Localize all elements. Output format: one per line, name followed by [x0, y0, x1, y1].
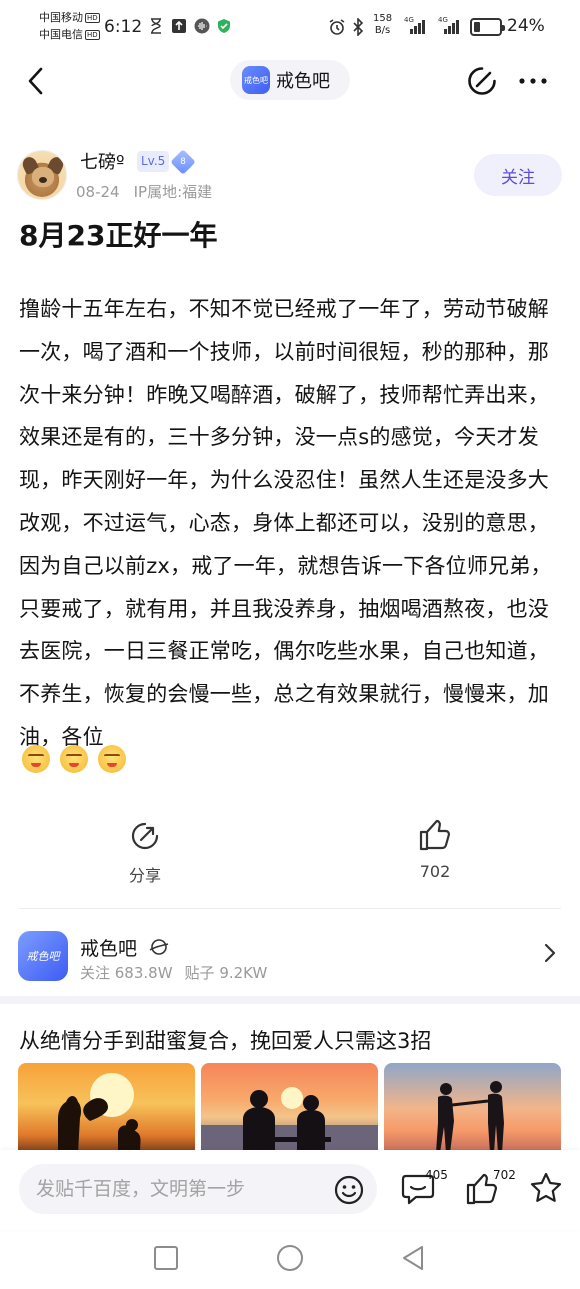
annoyed-face-icon: [60, 745, 88, 773]
carrier-secondary: 中国电信 HD: [39, 28, 100, 41]
comment-count: 405: [425, 1168, 448, 1182]
top-nav: 戒色吧 戒色吧: [0, 58, 580, 104]
back-icon: [28, 67, 43, 95]
alarm-icon: [328, 18, 346, 41]
author-avatar[interactable]: [17, 150, 67, 200]
post-title: 8月23正好一年: [19, 219, 218, 252]
battery-fill: [474, 22, 480, 32]
emoji-row: [22, 745, 126, 773]
shield-check-icon: [216, 18, 232, 39]
battery-percent: 24%: [507, 16, 545, 36]
forum-pill[interactable]: 戒色吧 戒色吧: [230, 60, 350, 100]
more-icon: [519, 78, 547, 84]
status-bar: 中国移动 HD 中国电信 HD 6:12 158 B/s 4G 4G 24%: [0, 0, 580, 56]
reply-input[interactable]: 发贴千百度，文明第一步: [19, 1164, 377, 1214]
net-speed: 158 B/s: [373, 13, 393, 36]
share-label: 分享: [128, 866, 161, 885]
forum-logo-small: 戒色吧: [242, 66, 270, 94]
recommendation-image-2[interactable]: [201, 1063, 378, 1153]
post-body: 撸龄十五年左右，不知不觉已经戒了一年了，劳动节破解一次，喝了酒和一个技师，以前时…: [19, 297, 552, 749]
like-bar-count: 702: [493, 1168, 516, 1182]
post-date: 08-24: [76, 183, 120, 201]
nav-back-icon[interactable]: [400, 1244, 426, 1272]
planet-icon: [149, 939, 169, 955]
signal-icon-secondary: 4G: [438, 16, 460, 36]
edit-icon: [468, 67, 496, 95]
section-divider: [0, 996, 580, 1004]
reply-bar: 发贴千百度，文明第一步 405 702: [0, 1150, 580, 1230]
smiley-icon: [334, 1175, 364, 1205]
like-button[interactable]: 702: [405, 818, 465, 888]
chevron-right-icon[interactable]: [540, 942, 560, 964]
thumbs-up-icon: [419, 819, 450, 851]
share-icon: [131, 822, 159, 850]
carrier-primary: 中国移动 HD: [39, 11, 100, 24]
forum-posts: 贴子 9.2KW: [184, 964, 268, 982]
forum-pill-name: 戒色吧: [276, 71, 330, 92]
system-nav-bar: [0, 1232, 580, 1289]
recommendation-title[interactable]: 从绝情分手到甜蜜复合，挽回爱人只需这3招: [19, 1025, 431, 1055]
ip-location: IP属地:福建: [133, 183, 213, 201]
post-meta: 08-24 IP属地:福建: [76, 181, 212, 202]
recommendation-image-3[interactable]: [384, 1063, 561, 1153]
forum-followers: 关注 683.8W: [80, 964, 173, 982]
annoyed-face-icon: [98, 745, 126, 773]
like-count: 702: [419, 862, 451, 881]
clock: 6:12: [104, 17, 143, 37]
edit-button[interactable]: [466, 65, 498, 97]
level-gem-icon: 8: [170, 149, 196, 175]
follow-button[interactable]: 关注: [474, 154, 562, 196]
annoyed-face-icon: [22, 745, 50, 773]
author-name[interactable]: 七磅º: [80, 148, 124, 174]
more-button[interactable]: [517, 66, 549, 96]
bluetooth-icon: [351, 17, 365, 41]
level-badge: Lv.5: [137, 151, 170, 172]
audio-icon: [194, 18, 210, 39]
divider: [19, 908, 561, 909]
share-button[interactable]: 分享: [116, 820, 174, 890]
home-button[interactable]: [277, 1245, 303, 1271]
battery-icon: [470, 18, 505, 36]
emoji-button[interactable]: [333, 1174, 365, 1206]
recent-apps-button[interactable]: [154, 1246, 178, 1270]
forum-logo[interactable]: 戒色吧: [18, 931, 68, 981]
hourglass-icon: [150, 18, 162, 39]
back-button[interactable]: [22, 66, 52, 96]
signal-icon: 4G: [404, 16, 426, 36]
forum-stats: 关注 683.8W 贴子 9.2KW: [80, 962, 267, 983]
favorite-button[interactable]: [529, 1171, 563, 1205]
forum-name[interactable]: 戒色吧: [80, 934, 137, 961]
star-icon: [530, 1172, 562, 1202]
recommendation-image-1[interactable]: [18, 1063, 195, 1153]
upload-icon: [171, 18, 187, 39]
